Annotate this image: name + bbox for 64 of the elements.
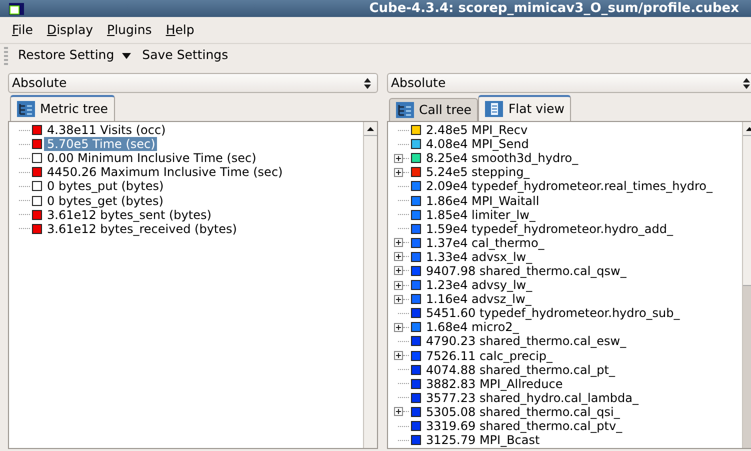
window-title: Cube-4.3.4: scorep_mimicav3_O_sum/profile.cubex xyxy=(369,0,739,17)
tree-item[interactable]: 3.61e12 bytes_sent (bytes) xyxy=(44,208,214,222)
tree-item[interactable]: 4.38e11 Visits (occ) xyxy=(44,123,168,138)
expand-icon[interactable] xyxy=(394,252,403,262)
up-arrow-icon xyxy=(367,126,374,130)
mode-dropdown[interactable]: Absolute xyxy=(387,73,751,93)
tree-item[interactable]: 5.70e5 Time (sec) xyxy=(44,137,158,152)
tree-item[interactable]: 5305.08 shared_thermo.cal_qsi_ xyxy=(423,404,622,419)
expand-icon[interactable] xyxy=(394,154,403,163)
tree-item[interactable]: 1.85e4 limiter_lw_ xyxy=(423,208,538,222)
tree-item[interactable]: 1.33e4 advsx_lw_ xyxy=(423,250,534,264)
tree-item[interactable]: 3882.83 MPI_Allreduce xyxy=(423,376,565,391)
tree-item[interactable]: 3319.69 shared_thermo.cal_ptv_ xyxy=(423,419,624,434)
tree-item[interactable]: 0.00 Minimum Inclusive Time (sec) xyxy=(44,151,258,166)
tree-item[interactable]: 7526.11 calc_precip_ xyxy=(423,348,555,363)
tree-item[interactable]: 4450.26 Maximum Inclusive Time (sec) xyxy=(44,165,285,180)
tree-item[interactable]: 1.59e4 typedef_hydrometeor.hydro_add_ xyxy=(423,222,675,236)
tab[interactable]: Call tree xyxy=(389,98,478,121)
menu-item[interactable]: Display xyxy=(46,20,94,40)
expand-icon[interactable] xyxy=(394,407,403,416)
spinner-arrows-icon xyxy=(364,78,371,88)
tree-icon xyxy=(17,101,35,117)
tree-item[interactable]: 5.24e5 stepping_ xyxy=(423,165,532,180)
list-icon xyxy=(485,101,504,117)
tree-item[interactable]: 4074.88 shared_thermo.cal_pt_ xyxy=(423,362,617,377)
menu-item[interactable]: File xyxy=(12,20,33,40)
up-arrow-icon xyxy=(746,126,751,130)
expand-icon[interactable] xyxy=(394,351,403,360)
expand-icon[interactable] xyxy=(394,266,403,276)
app-icon xyxy=(9,2,24,14)
toolbar-handle[interactable] xyxy=(4,46,8,64)
tree-item[interactable]: 9407.98 shared_thermo.cal_qsw_ xyxy=(423,264,628,278)
tree-item[interactable]: 0 bytes_put (bytes) xyxy=(44,179,166,194)
tree-item[interactable]: 1.37e4 cal_thermo_ xyxy=(423,236,546,250)
tree-icon xyxy=(396,102,414,118)
tree-item[interactable]: 1.68e4 micro2_ xyxy=(423,320,521,334)
save-settings-button[interactable]: Save Settings xyxy=(142,46,228,65)
tree-item[interactable]: 1.16e4 advsz_lw_ xyxy=(423,292,534,306)
tree-item[interactable]: 0 bytes_get (bytes) xyxy=(44,194,166,208)
menu-item[interactable]: Help xyxy=(166,20,194,40)
expand-icon[interactable] xyxy=(394,280,403,290)
menu-item[interactable]: Plugins xyxy=(107,20,152,40)
spinner-arrows-icon xyxy=(743,78,750,88)
tree-item[interactable]: 5451.60 typedef_hydrometeor.hydro_sub_ xyxy=(423,306,682,320)
tree-item[interactable]: 1.86e4 MPI_Waitall xyxy=(423,194,542,208)
mode-dropdown[interactable]: Absolute xyxy=(8,73,378,93)
expand-icon[interactable] xyxy=(394,168,403,177)
tree-item[interactable]: 2.48e5 MPI_Recv xyxy=(423,123,530,138)
tab[interactable]: Metric tree xyxy=(10,95,115,121)
tree-item[interactable]: 1.23e4 advsy_lw_ xyxy=(423,278,534,292)
scroll-up-button[interactable] xyxy=(364,122,377,136)
tab[interactable]: Flat view xyxy=(478,95,572,121)
tree-item[interactable]: 3.61e12 bytes_received (bytes) xyxy=(44,222,239,236)
dropdown-caret-icon[interactable] xyxy=(122,52,132,58)
tree-item[interactable]: 4790.23 shared_thermo.cal_esw_ xyxy=(423,334,628,348)
expand-icon[interactable] xyxy=(394,238,403,248)
tree-item[interactable]: 3125.79 MPI_Bcast xyxy=(423,433,542,448)
restore-setting-button[interactable]: Restore Setting xyxy=(18,46,114,65)
expand-icon[interactable] xyxy=(394,322,403,332)
tree-item[interactable]: 8.25e4 smooth3d_hydro_ xyxy=(423,151,580,166)
tree-item[interactable]: 2.09e4 typedef_hydrometeor.real_times_hydro_ xyxy=(423,179,715,194)
expand-icon[interactable] xyxy=(394,294,403,304)
tree-item[interactable]: 3577.23 shared_hydro.cal_lambda_ xyxy=(423,390,641,405)
tree-item[interactable]: 4.08e4 MPI_Send xyxy=(423,137,531,152)
